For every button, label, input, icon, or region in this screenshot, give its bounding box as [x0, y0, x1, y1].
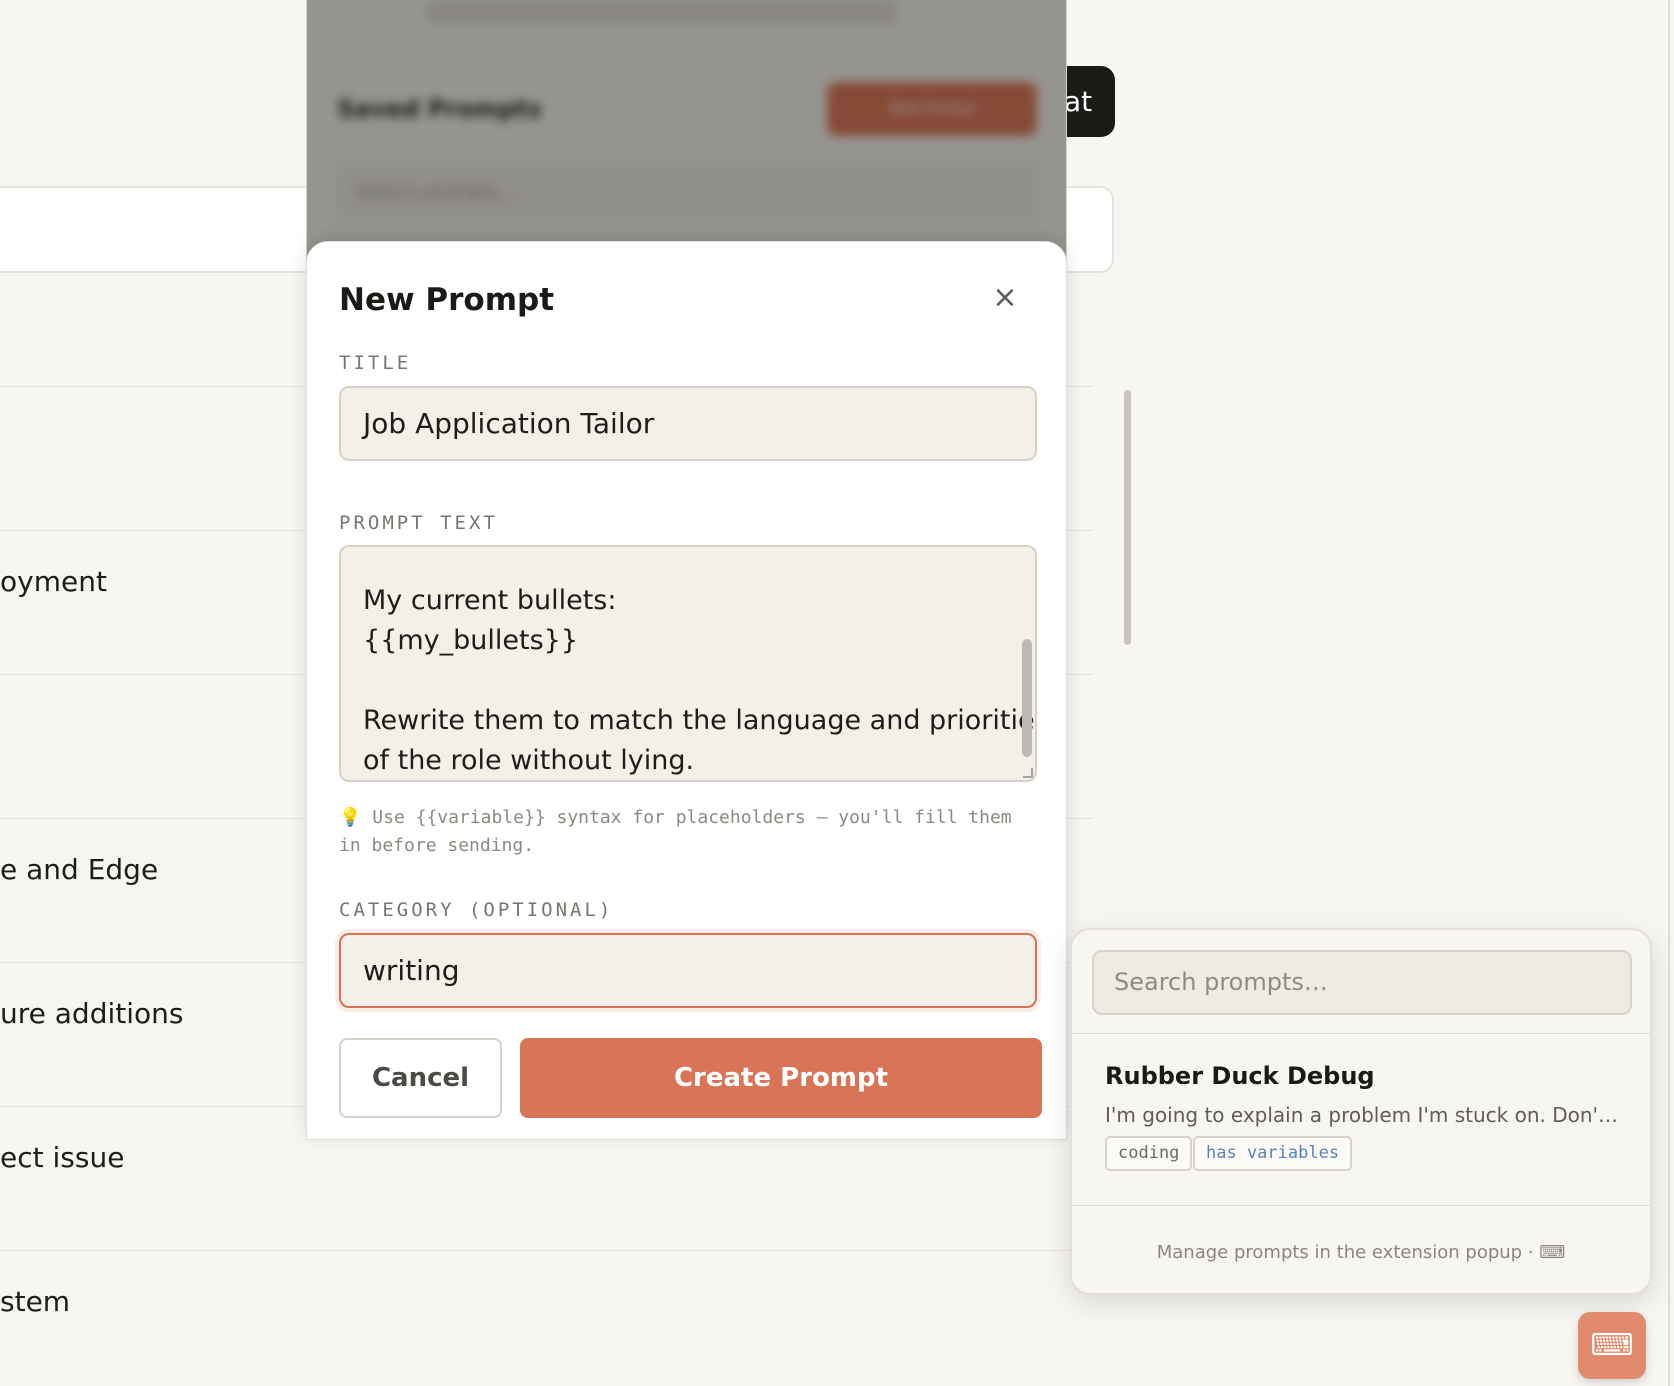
tag-coding: coding	[1105, 1136, 1193, 1171]
lightbulb-icon: 💡	[339, 807, 362, 828]
picker-search-input[interactable]: Search prompts…	[1092, 950, 1632, 1015]
picker-footer: Manage prompts in the extension popup · …	[1156, 1242, 1566, 1263]
prompt-text-line: {{my_bullets}}	[363, 625, 579, 656]
variable-hint: 💡 Use {{variable}} syntax for placeholde…	[339, 804, 1039, 860]
keyboard-icon[interactable]: ⌨	[1578, 1312, 1646, 1379]
cancel-button[interactable]: Cancel	[339, 1038, 502, 1118]
category-label: CATEGORY (OPTIONAL)	[339, 899, 614, 921]
background-row-label: stem	[0, 1285, 71, 1318]
create-prompt-button[interactable]: Create Prompt	[520, 1038, 1042, 1118]
prompt-text-label: PROMPT TEXT	[339, 512, 498, 534]
title-label: TITLE	[339, 352, 412, 374]
prompt-text-line	[363, 661, 995, 701]
modal-title: New Prompt	[339, 282, 555, 318]
tag-has-variables: has variables	[1193, 1136, 1353, 1171]
textarea-scrollbar[interactable]	[1022, 639, 1032, 757]
resize-handle-icon[interactable]	[1023, 768, 1033, 778]
category-input[interactable]: writing	[339, 933, 1037, 1008]
prompt-text-line: My current bullets:	[363, 585, 617, 616]
picker-divider	[1072, 1205, 1650, 1206]
prompt-text-line: of the role without lying.	[363, 745, 695, 776]
prompt-text-line: Rewrite them to match the language and p…	[363, 705, 1037, 736]
prompt-text-area[interactable]: My current bullets: {{my_bullets}} Rewri…	[339, 545, 1037, 782]
picker-item-description: I'm going to explain a problem I'm stuck…	[1105, 1103, 1625, 1127]
picker-divider	[1072, 1033, 1650, 1034]
title-input[interactable]: Job Application Tailor	[339, 386, 1037, 461]
background-row-label: e and Edge	[0, 853, 159, 886]
close-icon[interactable]: ×	[987, 280, 1023, 316]
variable-hint-text: Use {{variable}} syntax for placeholders…	[339, 807, 1012, 856]
background-list-row[interactable]: stem	[0, 1250, 1093, 1386]
window-edge	[1668, 0, 1670, 1386]
new-prompt-modal: New Prompt × TITLE Job Application Tailo…	[306, 241, 1067, 1140]
background-row-label: ure additions	[0, 997, 184, 1030]
background-row-label: oyment	[0, 565, 107, 598]
background-row-label: ect issue	[0, 1141, 125, 1174]
prompt-picker-panel: Search prompts… Rubber Duck Debug I'm go…	[1070, 928, 1652, 1295]
background-scrollbar[interactable]	[1124, 390, 1131, 645]
picker-item-title: Rubber Duck Debug	[1105, 1062, 1375, 1090]
